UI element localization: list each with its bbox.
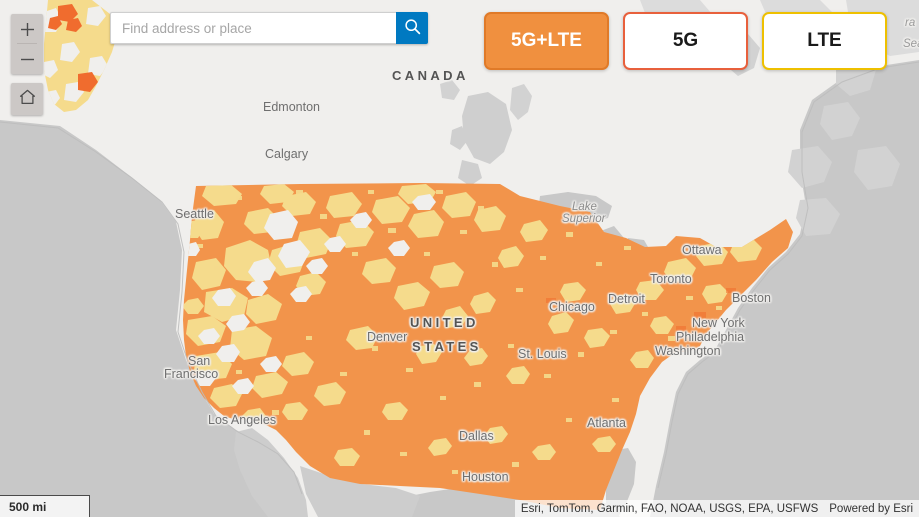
map-label-ra: ra bbox=[905, 17, 916, 29]
map-label-denver: Denver bbox=[367, 330, 408, 344]
attribution-sources: Esri, TomTom, Garmin, FAO, NOAA, USGS, E… bbox=[520, 502, 819, 515]
scale-bar-label: 500 mi bbox=[9, 499, 47, 514]
map-label-boston: Boston bbox=[732, 291, 771, 305]
map-label-canada: CANADA bbox=[392, 68, 469, 83]
map-label-chicago: Chicago bbox=[549, 300, 595, 314]
minus-icon bbox=[20, 52, 35, 67]
search-input[interactable] bbox=[110, 12, 396, 44]
map-label-atlanta: Atlanta bbox=[587, 416, 626, 430]
map-label-ottawa: Ottawa bbox=[682, 243, 722, 257]
zoom-out-button[interactable] bbox=[11, 44, 43, 74]
legend-chip-5g-plus-lte[interactable]: 5G+LTE bbox=[484, 12, 609, 70]
map-label-francisco: Francisco bbox=[164, 367, 219, 381]
map-label-philadelphia: Philadelphia bbox=[676, 330, 745, 344]
map-label-st-louis: St. Louis bbox=[518, 347, 567, 361]
search-button[interactable] bbox=[396, 12, 428, 44]
map-label-calgary: Calgary bbox=[265, 147, 309, 161]
search-icon bbox=[404, 18, 421, 38]
map-canvas[interactable]: CANADA UNITED STATES Edmonton Calgary Seattle… bbox=[0, 0, 919, 517]
map-label-sea: Sea bbox=[903, 38, 919, 50]
map-label-detroit: Detroit bbox=[608, 292, 645, 306]
zoom-in-button[interactable] bbox=[11, 14, 43, 44]
coverage-legend: 5G+LTE 5G LTE bbox=[484, 12, 887, 70]
map-label-toronto: Toronto bbox=[650, 272, 692, 286]
map-labels-layer: CANADA UNITED STATES Edmonton Calgary Seattle… bbox=[0, 0, 919, 517]
plus-icon bbox=[20, 22, 35, 37]
map-label-states: STATES bbox=[412, 339, 482, 354]
map-attribution: Esri, TomTom, Garmin, FAO, NOAA, USGS, E… bbox=[514, 500, 919, 517]
map-label-lake: Lake bbox=[572, 201, 597, 213]
legend-chip-5g[interactable]: 5G bbox=[623, 12, 748, 70]
map-label-los-angeles: Los Angeles bbox=[208, 413, 277, 427]
map-label-united: UNITED bbox=[410, 315, 479, 330]
zoom-control-group bbox=[11, 14, 43, 74]
attribution-powered-by[interactable]: Powered by Esri bbox=[829, 503, 913, 515]
map-navigation-controls bbox=[11, 14, 43, 115]
map-label-houston: Houston bbox=[462, 470, 509, 484]
map-label-superior: Superior bbox=[562, 213, 606, 225]
search-widget bbox=[110, 12, 428, 44]
scale-bar: 500 mi bbox=[0, 495, 90, 517]
map-label-edmonton: Edmonton bbox=[263, 100, 320, 114]
map-label-seattle: Seattle bbox=[175, 207, 214, 221]
home-button[interactable] bbox=[11, 83, 43, 115]
legend-chip-lte[interactable]: LTE bbox=[762, 12, 887, 70]
map-label-san: San bbox=[188, 354, 211, 368]
map-label-new-york: New York bbox=[692, 316, 745, 330]
home-icon bbox=[19, 89, 36, 110]
map-label-washington: Washington bbox=[655, 344, 721, 358]
map-label-dallas: Dallas bbox=[459, 429, 494, 443]
